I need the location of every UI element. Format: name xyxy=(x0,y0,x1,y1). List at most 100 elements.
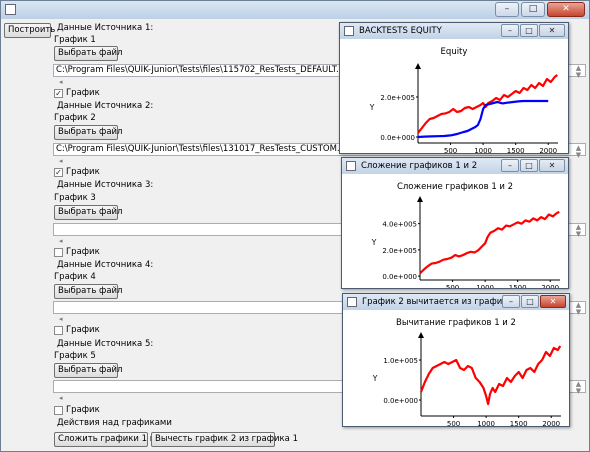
scroll-left-icon[interactable]: ◂ xyxy=(59,237,63,245)
build-button[interactable]: Построить xyxy=(4,23,55,38)
maximize-button[interactable]: □ xyxy=(520,24,538,37)
x-tick-label: 1000 xyxy=(476,284,494,288)
minimize-button[interactable]: – xyxy=(502,295,520,308)
close-button[interactable]: ✕ xyxy=(539,159,565,172)
source-4-chart-label: График 4 xyxy=(54,272,96,282)
maximize-button[interactable]: □ xyxy=(521,295,539,308)
minimize-button[interactable]: – xyxy=(501,159,519,172)
y-tick-label: 4.0e+005 xyxy=(382,221,417,229)
source-2-chart-label: График 2 xyxy=(54,113,96,123)
source-3-choose-file-button[interactable]: Выбрать файл xyxy=(54,205,123,220)
y-tick-label: 2.0e+005 xyxy=(380,94,415,102)
chart-title: Сложение графиков 1 и 2 xyxy=(397,182,513,192)
source-2-choose-file-button[interactable]: Выбрать файл xyxy=(54,125,123,140)
source-3-chart-label: График 3 xyxy=(54,193,96,203)
x-tick-label: 500 xyxy=(446,284,459,288)
y-tick-label: 0.0e+000 xyxy=(382,273,417,281)
source-5-chart-label: График 5 xyxy=(54,351,96,361)
scroll-up-down-icon[interactable]: ▲ ▼ xyxy=(574,224,583,238)
x-tick-label: 1500 xyxy=(510,420,528,426)
y-tick-label: 2.0e+005 xyxy=(382,247,417,255)
window-icon xyxy=(346,161,356,171)
y-axis-label: Y xyxy=(372,374,378,383)
sum-chart-window[interactable]: Сложение графиков 1 и 2 – □ ✕ Сложение г… xyxy=(341,157,569,289)
scroll-left-icon[interactable]: ◂ xyxy=(59,157,63,165)
equity-chart-window[interactable]: BACKTESTS EQUITY – □ ✕ Equity 0.0e+000 2.0… xyxy=(339,22,569,154)
source-2-checkbox-label: График xyxy=(66,167,100,177)
subtract-charts-button[interactable]: Вычесть график 2 из графика 1 xyxy=(151,432,298,447)
x-tick-label: 2000 xyxy=(542,420,560,426)
y-axis-arrow-icon xyxy=(415,63,421,69)
maximize-button[interactable]: □ xyxy=(520,159,538,172)
source-1-checkbox-label: График xyxy=(66,88,100,98)
add-charts-button[interactable]: Сложить графики 1 и 2 xyxy=(54,432,163,447)
minimize-button[interactable]: – xyxy=(495,2,519,17)
sum-chart: Сложение графиков 1 и 2 0.0e+000 2.0e+005 4… xyxy=(371,182,560,288)
equity-chart: Equity0.0e+0002.0e+005500100015002000XY xyxy=(369,47,558,153)
source-5-choose-file-button[interactable]: Выбрать файл xyxy=(54,363,123,378)
source-3-checkbox[interactable] xyxy=(54,248,63,257)
source-2-checkbox[interactable]: ✓ xyxy=(54,168,63,177)
source-4-checkbox-label: График xyxy=(66,325,100,335)
sum-window-titlebar[interactable]: Сложение графиков 1 и 2 – □ ✕ xyxy=(342,158,568,174)
diff-window-titlebar[interactable]: График 2 вычитается из график... – □ ✕ xyxy=(343,294,569,310)
x-tick-label: 2000 xyxy=(539,147,557,153)
sum-window-controls: – □ ✕ xyxy=(501,159,565,172)
x-tick-label: 1500 xyxy=(509,284,527,288)
scroll-left-icon[interactable]: ◂ xyxy=(59,315,63,323)
source-1-choose-file-button[interactable]: Выбрать файл xyxy=(54,46,123,61)
source-2-header: Данные Источника 2: xyxy=(57,101,154,111)
diff-chart: Вычитание графиков 1 и 2 0.0e+000 1.0e+005… xyxy=(372,318,562,426)
sum-window-title: Сложение графиков 1 и 2 xyxy=(361,161,478,171)
equity-window-titlebar[interactable]: BACKTESTS EQUITY – □ ✕ xyxy=(340,23,568,39)
source-1-checkbox[interactable]: ✓ xyxy=(54,89,63,98)
source-4-header: Данные Источника 4: xyxy=(57,260,154,270)
y-axis-arrow-icon xyxy=(418,332,424,338)
scroll-left-icon[interactable]: ◂ xyxy=(59,78,63,86)
diff-chart-window[interactable]: График 2 вычитается из график... – □ ✕ В… xyxy=(342,293,570,427)
close-button[interactable]: ✕ xyxy=(540,295,566,308)
main-titlebar[interactable]: – □ ✕ xyxy=(1,1,589,19)
source-4-checkbox[interactable] xyxy=(54,326,63,335)
source-1-header: Данные Источника 1: xyxy=(57,23,154,33)
series-line-1 xyxy=(419,210,560,275)
x-tick-label: 1000 xyxy=(474,147,492,153)
minimize-button[interactable]: – xyxy=(501,24,519,37)
source-5-header: Данные Источника 5: xyxy=(57,339,154,349)
x-tick-label: 1500 xyxy=(507,147,525,153)
actions-label: Действия над графиками xyxy=(57,418,172,428)
series-line-2 xyxy=(417,99,549,139)
y-axis-label: Y xyxy=(369,103,375,112)
x-tick-label: 1000 xyxy=(477,420,495,426)
source-1-chart-label: График 1 xyxy=(54,35,96,45)
x-tick-label: 500 xyxy=(447,420,460,426)
y-axis-arrow-icon xyxy=(417,196,423,202)
source-3-header: Данные Источника 3: xyxy=(57,180,154,190)
diff-window-title: График 2 вычитается из график... xyxy=(362,297,516,307)
source-5-checkbox-label: График xyxy=(66,405,100,415)
app-icon xyxy=(5,4,16,15)
maximize-button[interactable]: □ xyxy=(521,2,545,17)
chart-title: Equity xyxy=(441,47,468,57)
scroll-up-down-icon[interactable]: ▲ ▼ xyxy=(574,145,583,159)
window-icon xyxy=(347,297,357,307)
close-button[interactable]: ✕ xyxy=(539,24,565,37)
window-icon xyxy=(344,26,354,36)
source-5-checkbox[interactable] xyxy=(54,406,63,415)
scroll-up-down-icon[interactable]: ▲ ▼ xyxy=(574,65,583,79)
equity-window-title: BACKTESTS EQUITY xyxy=(359,26,442,36)
close-button[interactable]: ✕ xyxy=(547,2,585,17)
equity-window-controls: – □ ✕ xyxy=(501,24,565,37)
scroll-up-down-icon[interactable]: ▲ ▼ xyxy=(574,302,583,316)
y-tick-label: 0.0e+000 xyxy=(383,397,418,405)
x-tick-label: 500 xyxy=(444,147,457,153)
scroll-up-down-icon[interactable]: ▲ ▼ xyxy=(574,381,583,395)
x-tick-label: 2000 xyxy=(541,284,559,288)
scroll-left-icon[interactable]: ◂ xyxy=(59,394,63,402)
main-window-controls: – □ ✕ xyxy=(495,2,585,17)
y-axis-label: Y xyxy=(371,238,377,247)
diff-window-controls: – □ ✕ xyxy=(502,295,566,308)
source-4-choose-file-button[interactable]: Выбрать файл xyxy=(54,284,123,299)
source-3-checkbox-label: График xyxy=(66,247,100,257)
y-tick-label: 0.0e+000 xyxy=(380,134,415,142)
